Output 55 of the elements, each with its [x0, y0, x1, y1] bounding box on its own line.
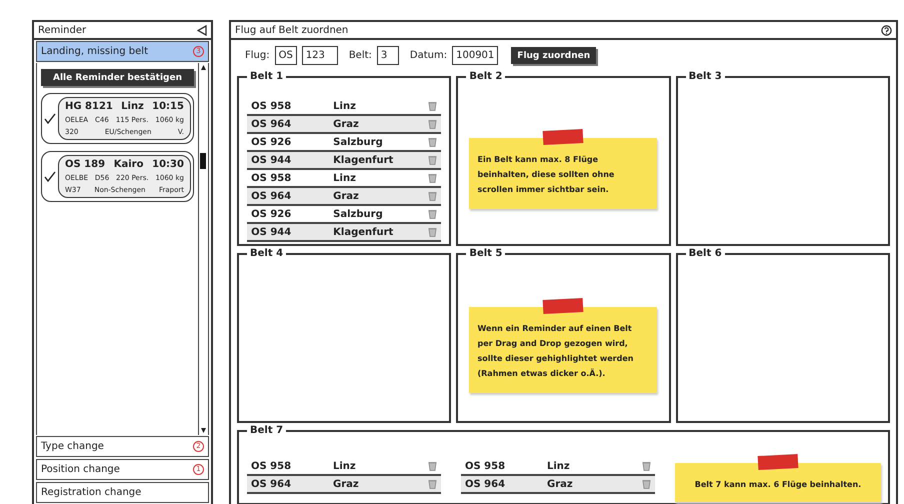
checkmark-icon[interactable] — [44, 112, 56, 124]
flight-time: 10:15 — [152, 101, 184, 112]
collapse-icon[interactable] — [197, 24, 207, 36]
flight-row[interactable]: OS 964 Graz — [247, 116, 442, 134]
trash-icon[interactable] — [428, 227, 438, 237]
belt-title: Belt 2 — [468, 71, 504, 82]
checkmark-icon[interactable] — [44, 170, 56, 182]
panel-title: Flug auf Belt zuordnen — [235, 24, 348, 36]
belt-title: Belt 4 — [249, 248, 284, 259]
flight-row[interactable]: OS 944 Klagenfurt — [247, 152, 442, 170]
confirm-all-button[interactable]: Alle Reminder bestätigen — [41, 69, 194, 86]
trash-icon[interactable] — [428, 173, 438, 183]
input-field[interactable]: 123 — [302, 46, 338, 65]
sticky-note: Belt 7 kann max. 6 Flüge beinhalten. — [675, 463, 881, 502]
trash-icon[interactable] — [428, 137, 438, 147]
destination: Kairo — [114, 159, 144, 170]
tape-strip — [758, 454, 798, 470]
flight-time: 10:30 — [152, 159, 184, 170]
destination: Linz — [121, 101, 144, 112]
reminder-group[interactable]: Registration change — [36, 482, 209, 503]
field-label: Datum: — [410, 50, 448, 61]
trash-icon[interactable] — [428, 119, 438, 129]
belt-title: Belt 1 — [249, 71, 284, 82]
flight-row[interactable]: OS 964 Graz — [247, 188, 442, 206]
trash-icon[interactable] — [428, 461, 437, 471]
trash-icon[interactable] — [428, 479, 437, 489]
belt-title: Belt 7 — [249, 425, 284, 436]
tape-strip — [543, 128, 584, 145]
assign-button[interactable]: Flug zuordnen — [511, 47, 596, 64]
belt-title: Belt 5 — [468, 248, 504, 259]
panel-title: Reminder — [38, 24, 86, 36]
trash-icon[interactable] — [642, 461, 651, 471]
belt-title: Belt 3 — [688, 71, 723, 82]
belt-title: Belt 6 — [688, 248, 723, 259]
trash-icon[interactable] — [428, 155, 438, 165]
trash-icon[interactable] — [642, 479, 651, 489]
trash-icon[interactable] — [428, 191, 438, 201]
input-field[interactable]: 3 — [376, 46, 399, 65]
flight-row[interactable]: OS 964 Graz — [461, 476, 655, 494]
sticky-note: Wenn ein Reminder auf einen Belt per Drag and Drop gezogen wird, sollte dieser gehighlightet werden (Rahmen etwas dicker o.Ä.). — [469, 307, 658, 393]
flight-row[interactable]: OS 944 Klagenfurt — [247, 224, 442, 242]
sticky-note: Ein Belt kann max. 8 Flüge beinhalten, diese sollten ohne scrollen immer sichtbar sein. — [469, 138, 658, 208]
flight-row[interactable]: OS 964 Graz — [247, 476, 441, 494]
trash-icon[interactable] — [428, 209, 438, 219]
field-label: Flug: — [245, 50, 270, 61]
help-icon[interactable] — [881, 24, 892, 36]
tape-strip — [543, 298, 584, 314]
scroll-thumb[interactable] — [200, 153, 206, 169]
input-field[interactable]: OS — [274, 46, 297, 65]
input-field[interactable]: 100901 — [452, 46, 498, 65]
scrollbar[interactable] — [198, 63, 208, 435]
flight-number: OS 189 — [65, 159, 106, 170]
flight-number: HG 8121 — [65, 101, 113, 112]
field-label: Belt: — [348, 50, 372, 61]
trash-icon[interactable] — [428, 101, 438, 111]
